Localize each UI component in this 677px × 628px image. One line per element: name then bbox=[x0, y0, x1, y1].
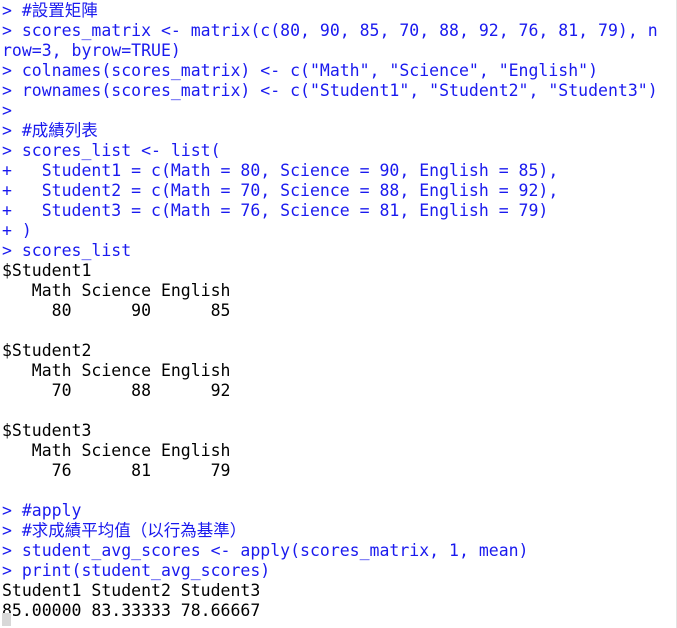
console-input-line: > scores_list bbox=[2, 241, 132, 260]
console-input-line: > colnames(scores_matrix) <- c("Math", "… bbox=[2, 61, 599, 80]
console-input-line: + Student3 = c(Math = 76, Science = 81, … bbox=[2, 201, 549, 220]
console-input-line: > #求成績平均值（以行為基準） bbox=[2, 521, 247, 540]
console-output-line: Math Science English bbox=[2, 361, 231, 380]
console-output-line: 80 90 85 bbox=[2, 301, 231, 320]
console-input-line: > bbox=[2, 101, 12, 120]
console-input-line: > #設置矩陣 bbox=[2, 1, 98, 20]
console-output-line: 85.00000 83.33333 78.66667 bbox=[2, 601, 261, 620]
console-line-list: > #設置矩陣 > scores_matrix <- matrix(c(80, 9… bbox=[2, 1, 676, 621]
console-input-line: > scores_list <- list( bbox=[2, 141, 221, 160]
console-output-line: $Student1 bbox=[2, 261, 92, 280]
console-output-line: $Student2 bbox=[2, 341, 92, 360]
console-input-line: > student_avg_scores <- apply(scores_mat… bbox=[2, 541, 529, 560]
console-input-line: > rownames(scores_matrix) <- c("Student1… bbox=[2, 81, 658, 100]
console-output-line: 70 88 92 bbox=[2, 381, 231, 400]
console-input-line: + ) bbox=[2, 221, 32, 240]
r-console-output-pane[interactable]: > #設置矩陣 > scores_matrix <- matrix(c(80, 9… bbox=[0, 0, 677, 628]
console-output-line: Math Science English bbox=[2, 441, 231, 460]
console-input-line: + Student1 = c(Math = 80, Science = 90, … bbox=[2, 161, 559, 180]
console-output-line: $Student3 bbox=[2, 421, 92, 440]
console-input-line: > print(student_avg_scores) bbox=[2, 561, 271, 580]
console-input-line: row=3, byrow=TRUE) bbox=[2, 41, 181, 60]
console-input-line: + Student2 = c(Math = 70, Science = 88, … bbox=[2, 181, 559, 200]
console-output-line: Student1 Student2 Student3 bbox=[2, 581, 261, 600]
console-input-line: > #成績列表 bbox=[2, 121, 98, 140]
console-input-line: > scores_matrix <- matrix(c(80, 90, 85, … bbox=[2, 21, 658, 40]
console-input-line: > #apply bbox=[2, 501, 82, 520]
console-output-line: Math Science English bbox=[2, 281, 231, 300]
text-cursor bbox=[2, 613, 11, 626]
console-output-line: 76 81 79 bbox=[2, 461, 231, 480]
